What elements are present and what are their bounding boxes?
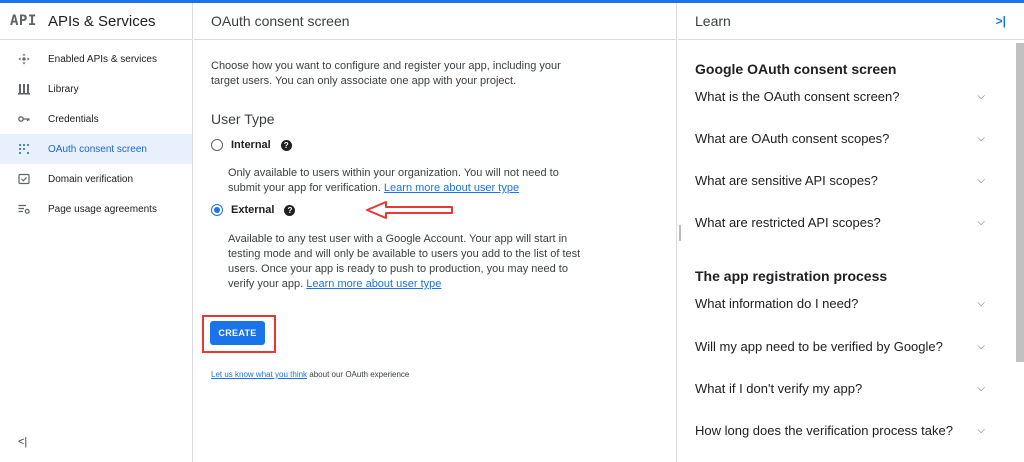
sidebar-item-label: Library	[48, 83, 79, 95]
user-type-heading: User Type	[211, 111, 275, 127]
sidebar-header: API APIs & Services	[0, 3, 192, 40]
sidebar-item-library[interactable]: Library	[0, 74, 192, 104]
faq-label: What information do I need?	[695, 296, 859, 311]
annotation-arrow-icon	[366, 201, 453, 219]
feedback-text: Let us know what you think about our OAu…	[211, 370, 409, 379]
learn-panel: Learn >| Google OAuth consent screen Wha…	[678, 3, 1024, 462]
faq-label: What if I don't verify my app?	[695, 381, 863, 396]
create-button[interactable]: CREATE	[210, 321, 265, 345]
page-usage-icon	[18, 203, 30, 215]
faq-label: Will my app need to be verified by Googl…	[695, 339, 943, 354]
chevron-down-icon: ⌵	[977, 425, 985, 436]
close-panel-icon[interactable]: >|	[996, 14, 1006, 28]
external-option[interactable]: External ?	[211, 204, 296, 216]
faq-item[interactable]: What if I don't verify my app? ⌵	[695, 381, 985, 396]
help-icon[interactable]: ?	[280, 139, 292, 151]
learn-scrollbar[interactable]	[1016, 43, 1024, 362]
key-icon	[18, 113, 30, 125]
sidebar-item-enabled-apis[interactable]: Enabled APIs & services	[0, 44, 192, 74]
sidebar-item-label: OAuth consent screen	[48, 143, 147, 155]
faq-item[interactable]: What is the OAuth consent screen? ⌵	[695, 89, 985, 104]
oauth-icon	[18, 143, 30, 155]
chevron-down-icon: ⌵	[977, 217, 985, 228]
main-panel: OAuth consent screen Choose how you want…	[194, 3, 677, 462]
sidebar-item-label: Domain verification	[48, 173, 134, 185]
sidebar-item-label: Credentials	[48, 113, 99, 125]
chevron-down-icon: ⌵	[977, 383, 985, 394]
external-label: External	[231, 204, 275, 216]
enabled-apis-icon	[18, 53, 30, 65]
external-learn-more-link[interactable]: Learn more about user type	[306, 278, 441, 290]
learn-title: Learn	[695, 13, 731, 29]
library-icon	[18, 83, 30, 95]
api-logo: API	[10, 13, 37, 29]
section-title: The app registration process	[695, 268, 888, 284]
internal-description: Only available to users within your orga…	[228, 166, 588, 196]
sidebar-item-credentials[interactable]: Credentials	[0, 104, 192, 134]
internal-option[interactable]: Internal ?	[211, 139, 292, 151]
sidebar-item-page-usage[interactable]: Page usage agreements	[0, 194, 192, 224]
chevron-down-icon: ⌵	[977, 175, 985, 186]
external-description: Available to any test user with a Google…	[228, 232, 588, 292]
faq-item[interactable]: What information do I need? ⌵	[695, 296, 985, 311]
chevron-down-icon: ⌵	[977, 133, 985, 144]
faq-item[interactable]: Will my app need to be verified by Googl…	[695, 339, 985, 354]
internal-learn-more-link[interactable]: Learn more about user type	[384, 182, 519, 194]
faq-label: How long does the verification process t…	[695, 423, 953, 438]
help-icon[interactable]: ?	[284, 204, 296, 216]
sidebar-item-domain-verification[interactable]: Domain verification	[0, 164, 192, 194]
chevron-down-icon: ⌵	[977, 341, 985, 352]
sidebar-nav: Enabled APIs & services Library Credenti…	[0, 44, 192, 224]
feedback-rest: about our OAuth experience	[307, 370, 410, 379]
faq-item[interactable]: What are sensitive API scopes? ⌵	[695, 173, 985, 188]
faq-label: What are sensitive API scopes?	[695, 173, 878, 188]
sidebar-item-oauth-consent[interactable]: OAuth consent screen	[0, 134, 192, 164]
faq-label: What is the OAuth consent screen?	[695, 89, 900, 104]
internal-radio[interactable]	[211, 139, 223, 151]
section-title: Google OAuth consent screen	[695, 61, 897, 77]
sidebar: API APIs & Services Enabled APIs & servi…	[0, 3, 193, 462]
page-title: OAuth consent screen	[194, 3, 676, 40]
sidebar-item-label: Enabled APIs & services	[48, 53, 157, 65]
faq-item[interactable]: What are restricted API scopes? ⌵	[695, 215, 985, 230]
internal-label: Internal	[231, 139, 271, 151]
sidebar-title: APIs & Services	[48, 12, 156, 30]
sidebar-item-label: Page usage agreements	[48, 203, 157, 215]
domain-verification-icon	[18, 173, 30, 185]
intro-text: Choose how you want to configure and reg…	[211, 60, 561, 87]
faq-label: What are restricted API scopes?	[695, 215, 881, 230]
faq-item[interactable]: How long does the verification process t…	[695, 423, 985, 438]
learn-header: Learn >|	[678, 3, 1024, 40]
collapse-sidebar-button[interactable]: <|	[18, 436, 27, 448]
feedback-link[interactable]: Let us know what you think	[211, 370, 307, 379]
faq-item[interactable]: What are OAuth consent scopes? ⌵	[695, 131, 985, 146]
chevron-down-icon: ⌵	[977, 298, 985, 309]
chevron-down-icon: ⌵	[977, 91, 985, 102]
faq-label: What are OAuth consent scopes?	[695, 131, 890, 146]
external-radio[interactable]	[211, 204, 223, 216]
